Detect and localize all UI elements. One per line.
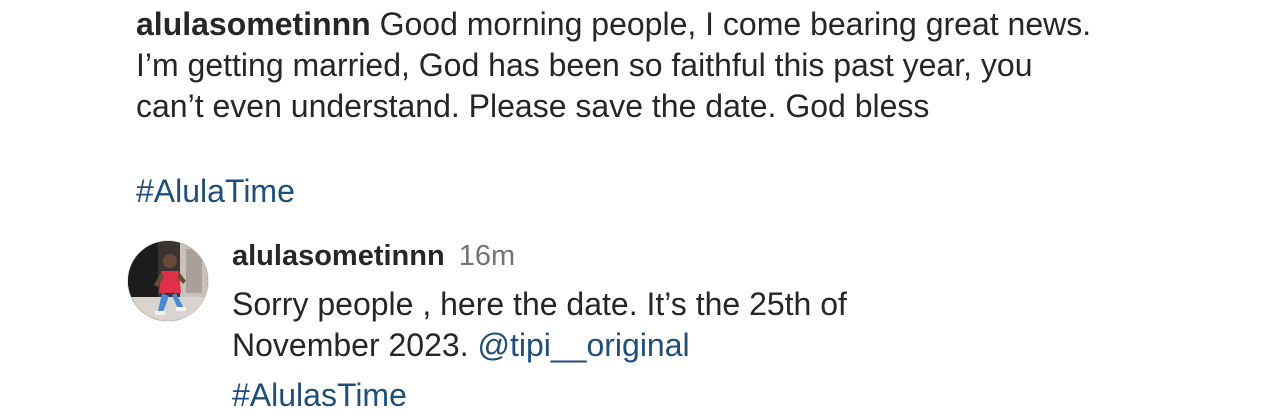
comment-header: alulasometinnn 16m bbox=[232, 236, 1232, 276]
comment-username[interactable]: alulasometinnn bbox=[232, 240, 445, 272]
comment-avatar[interactable] bbox=[127, 240, 209, 322]
comment-hashtag-link[interactable]: #AlulasTime bbox=[232, 375, 1232, 416]
comment: alulasometinnn 16m Sorry people , here t… bbox=[232, 236, 1232, 416]
caption-username[interactable]: alulasometinnn bbox=[136, 6, 371, 42]
comment-timestamp: 16m bbox=[458, 240, 516, 272]
avatar-photo-icon bbox=[128, 241, 208, 321]
caption-hashtag-link[interactable]: #AlulaTime bbox=[136, 171, 295, 212]
comment-text: Sorry people , here the date. It’s the 2… bbox=[232, 284, 992, 366]
comment-mention-link[interactable]: @tipi__original bbox=[477, 327, 689, 363]
post-caption: alulasometinnn Good morning people, I co… bbox=[136, 4, 1096, 127]
